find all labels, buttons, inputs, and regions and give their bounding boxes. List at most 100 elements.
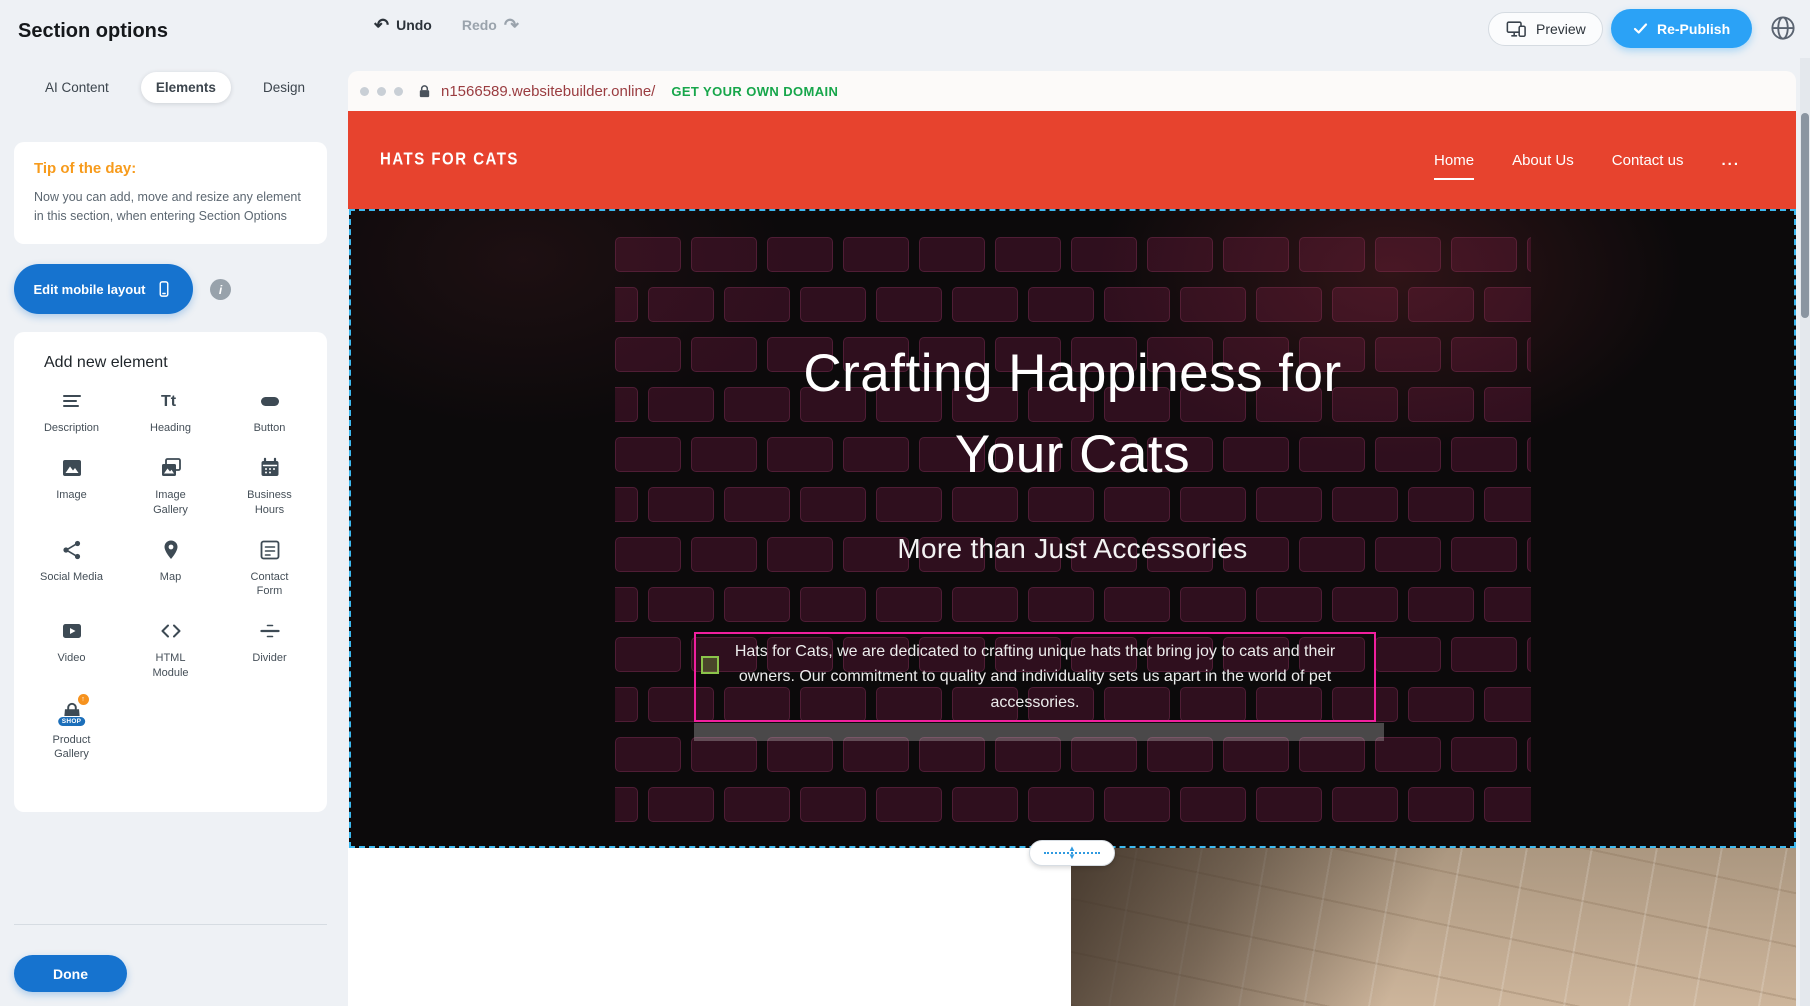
- undo-button[interactable]: ↶ Undo: [374, 16, 432, 34]
- element-heading[interactable]: Tt Heading: [121, 388, 220, 435]
- contact-form-icon: [255, 537, 285, 563]
- element-label: Image: [56, 488, 87, 502]
- element-video[interactable]: Video: [22, 618, 121, 680]
- edit-mobile-layout-button[interactable]: Edit mobile layout: [14, 264, 193, 314]
- element-label: Description: [44, 421, 99, 435]
- site-header: HATS FOR CATS Home About Us Contact us .…: [348, 111, 1796, 209]
- sidebar-tabs: AI Content Elements Design: [30, 72, 320, 103]
- window-dot-icon: [394, 87, 403, 96]
- element-contact-form[interactable]: Contact Form: [220, 537, 319, 599]
- window-dot-icon: [360, 87, 369, 96]
- element-label: Product Gallery: [40, 733, 104, 762]
- preview-label: Preview: [1536, 21, 1586, 37]
- language-globe-button[interactable]: [1768, 13, 1804, 49]
- phone-icon: [155, 279, 173, 299]
- svg-text:Tt: Tt: [161, 393, 177, 410]
- scrollbar-thumb[interactable]: [1801, 113, 1809, 318]
- section-selection-outline: [349, 209, 1796, 848]
- get-domain-link[interactable]: GET YOUR OWN DOMAIN: [671, 84, 838, 99]
- element-business-hours[interactable]: Business Hours: [220, 455, 319, 517]
- element-divider[interactable]: Divider: [220, 618, 319, 680]
- next-section-blank: [348, 848, 1071, 1006]
- page-title: Section options: [18, 20, 168, 43]
- redo-icon: ↷: [504, 16, 519, 34]
- site-url: n1566589.websitebuilder.online/: [441, 83, 655, 100]
- hero-section[interactable]: Crafting Happiness for Your Cats More th…: [349, 209, 1796, 848]
- html-code-icon: [156, 618, 186, 644]
- canvas-scrollbar[interactable]: [1800, 58, 1810, 1006]
- site-logo[interactable]: HATS FOR CATS: [380, 150, 519, 170]
- section-resize-handle[interactable]: ▲ ▼: [1029, 840, 1115, 866]
- hero-paragraph: Hats for Cats, we are dedicated to craft…: [722, 639, 1348, 716]
- next-section-photo: [1071, 848, 1796, 1006]
- map-pin-icon: [156, 537, 186, 563]
- tab-elements[interactable]: Elements: [141, 72, 231, 103]
- element-label: Button: [254, 421, 286, 435]
- undo-redo-group: ↶ Undo Redo ↷: [374, 16, 519, 34]
- site-nav: Home About Us Contact us ...: [1434, 111, 1740, 209]
- selection-artifact: [694, 723, 1384, 741]
- upgrade-badge-icon: ↑: [78, 694, 89, 705]
- nav-home[interactable]: Home: [1434, 152, 1474, 169]
- devices-icon: [1505, 19, 1527, 39]
- business-hours-icon: [255, 455, 285, 481]
- window-dot-icon: [377, 87, 386, 96]
- element-label: Divider: [252, 651, 286, 665]
- element-label: Map: [160, 570, 181, 584]
- preview-button[interactable]: Preview: [1488, 12, 1603, 46]
- shop-badge: SHOP: [57, 716, 87, 727]
- lock-icon: [417, 83, 432, 99]
- element-map[interactable]: Map: [121, 537, 220, 599]
- nav-about-us[interactable]: About Us: [1512, 152, 1574, 169]
- republish-button[interactable]: Re-Publish: [1611, 9, 1752, 48]
- globe-icon: [1768, 13, 1798, 43]
- element-label: Heading: [150, 421, 191, 435]
- element-label: Social Media: [40, 570, 103, 584]
- check-icon: [1633, 22, 1648, 35]
- selected-paragraph-block[interactable]: Hats for Cats, we are dedicated to craft…: [694, 632, 1376, 722]
- tab-design[interactable]: Design: [248, 72, 320, 103]
- window-control-dots: [360, 87, 403, 96]
- element-label: Business Hours: [238, 488, 302, 517]
- element-label: HTML Module: [139, 651, 203, 680]
- browser-chrome-bar: n1566589.websitebuilder.online/ GET YOUR…: [348, 71, 1796, 111]
- nav-more[interactable]: ...: [1721, 152, 1740, 169]
- tip-title: Tip of the day:: [34, 160, 307, 177]
- image-gallery-icon: [156, 455, 186, 481]
- hero-subheading[interactable]: More than Just Accessories: [349, 533, 1796, 565]
- edit-mobile-label: Edit mobile layout: [34, 282, 146, 297]
- tip-of-the-day-card: Tip of the day: Now you can add, move an…: [14, 142, 327, 244]
- element-social-media[interactable]: Social Media: [22, 537, 121, 599]
- social-media-icon: [57, 537, 87, 563]
- video-icon: [57, 618, 87, 644]
- redo-button[interactable]: Redo ↷: [462, 16, 519, 34]
- element-label: Image Gallery: [139, 488, 203, 517]
- tab-ai-content[interactable]: AI Content: [30, 72, 124, 103]
- product-gallery-icon: SHOP ↑: [57, 700, 87, 726]
- element-image[interactable]: Image: [22, 455, 121, 517]
- add-element-title: Add new element: [44, 354, 319, 372]
- done-button[interactable]: Done: [14, 955, 127, 992]
- republish-label: Re-Publish: [1657, 21, 1730, 37]
- element-label: Contact Form: [238, 570, 302, 599]
- divider-icon: [255, 618, 285, 644]
- redo-label: Redo: [462, 17, 497, 33]
- element-image-gallery[interactable]: Image Gallery: [121, 455, 220, 517]
- nav-contact-us[interactable]: Contact us: [1612, 152, 1684, 169]
- info-icon[interactable]: i: [210, 279, 231, 300]
- heading-icon: Tt: [156, 388, 186, 414]
- arrow-down-icon: ▼: [1068, 854, 1076, 860]
- element-html-module[interactable]: HTML Module: [121, 618, 220, 680]
- element-product-gallery[interactable]: SHOP ↑ Product Gallery: [22, 700, 121, 762]
- element-grid: Description Tt Heading Button Image Imag…: [22, 388, 319, 762]
- element-label: Video: [58, 651, 86, 665]
- drag-handle[interactable]: [701, 656, 719, 674]
- button-icon: [255, 388, 285, 414]
- element-description[interactable]: Description: [22, 388, 121, 435]
- sidebar-divider: [14, 924, 327, 925]
- element-button[interactable]: Button: [220, 388, 319, 435]
- add-new-element-panel: Add new element Description Tt Heading B…: [14, 332, 327, 812]
- hero-heading[interactable]: Crafting Happiness for Your Cats: [349, 333, 1796, 495]
- tip-body: Now you can add, move and resize any ele…: [34, 188, 307, 226]
- undo-label: Undo: [396, 17, 432, 33]
